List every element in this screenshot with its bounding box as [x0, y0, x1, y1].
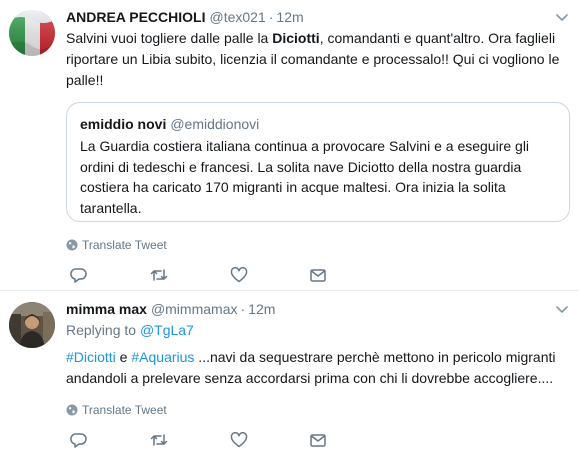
tweet[interactable]: mimma max @mimmamax · 12m Replying to @TgLa… [0, 292, 579, 458]
tweet-text-part: Salvini vuoi togliere dalle palle la [66, 30, 273, 46]
direct-message-icon[interactable] [308, 430, 328, 450]
quoted-author-name: emiddio novi [80, 116, 167, 132]
avatar[interactable] [9, 10, 55, 56]
author-name[interactable]: ANDREA PECCHIOLI [66, 9, 206, 25]
author-handle[interactable]: @tex021 [210, 9, 266, 25]
avatar[interactable] [9, 302, 55, 348]
timestamp[interactable]: 12m [276, 9, 303, 25]
quoted-author-handle: @emiddionovi [170, 116, 260, 132]
tweet[interactable]: ANDREA PECCHIOLI @tex021 · 12m Salvini vuoi… [0, 0, 579, 291]
person-photo-avatar [9, 302, 55, 348]
chevron-down-icon[interactable] [555, 305, 569, 315]
author-handle[interactable]: @mimmamax [151, 301, 238, 317]
replying-prefix: Replying to [66, 322, 140, 338]
replying-to-handle[interactable]: @TgLa7 [140, 322, 194, 338]
author-name[interactable]: mimma max [66, 301, 147, 317]
translate-tweet-link[interactable]: Translate Tweet [66, 402, 167, 418]
italy-flag-avatar [9, 10, 55, 56]
replying-to: Replying to @TgLa7 [66, 320, 194, 340]
direct-message-icon[interactable] [308, 265, 328, 285]
globe-icon [66, 404, 78, 416]
translate-tweet-link[interactable]: Translate Tweet [66, 237, 167, 253]
timestamp[interactable]: 12m [248, 301, 275, 317]
chevron-down-icon[interactable] [555, 13, 569, 23]
reply-icon[interactable] [69, 265, 89, 285]
retweet-icon[interactable] [149, 430, 169, 450]
retweet-icon[interactable] [149, 265, 169, 285]
translate-label[interactable]: Translate Tweet [82, 238, 167, 252]
like-icon[interactable] [229, 430, 249, 450]
quoted-tweet-header: emiddio novi @emiddionovi [80, 115, 259, 133]
translate-label[interactable]: Translate Tweet [82, 403, 167, 417]
globe-icon [66, 239, 78, 251]
tweet-header: mimma max @mimmamax · 12m [66, 299, 275, 319]
tweet-text: #Diciotti e #Aquarius ...navi da sequest… [66, 347, 566, 389]
hashtag[interactable]: #Aquarius [131, 349, 194, 365]
separator-dot: · [268, 9, 274, 25]
quoted-tweet[interactable]: emiddio novi @emiddionovi La Guardia cost… [66, 102, 570, 222]
tweet-actions [66, 430, 366, 452]
like-icon[interactable] [229, 265, 249, 285]
quoted-tweet-text: La Guardia costiera italiana continua a … [80, 138, 530, 216]
hashtag[interactable]: #Diciotti [66, 349, 116, 365]
tweet-header: ANDREA PECCHIOLI @tex021 · 12m [66, 7, 304, 27]
tweet-text: Salvini vuoi togliere dalle palle la Dic… [66, 28, 562, 91]
separator-dot: · [240, 301, 246, 317]
tweet-text-part: e [115, 349, 132, 365]
tweet-actions [66, 265, 366, 287]
highlight-term: Diciotti [272, 30, 320, 46]
reply-icon[interactable] [69, 430, 89, 450]
